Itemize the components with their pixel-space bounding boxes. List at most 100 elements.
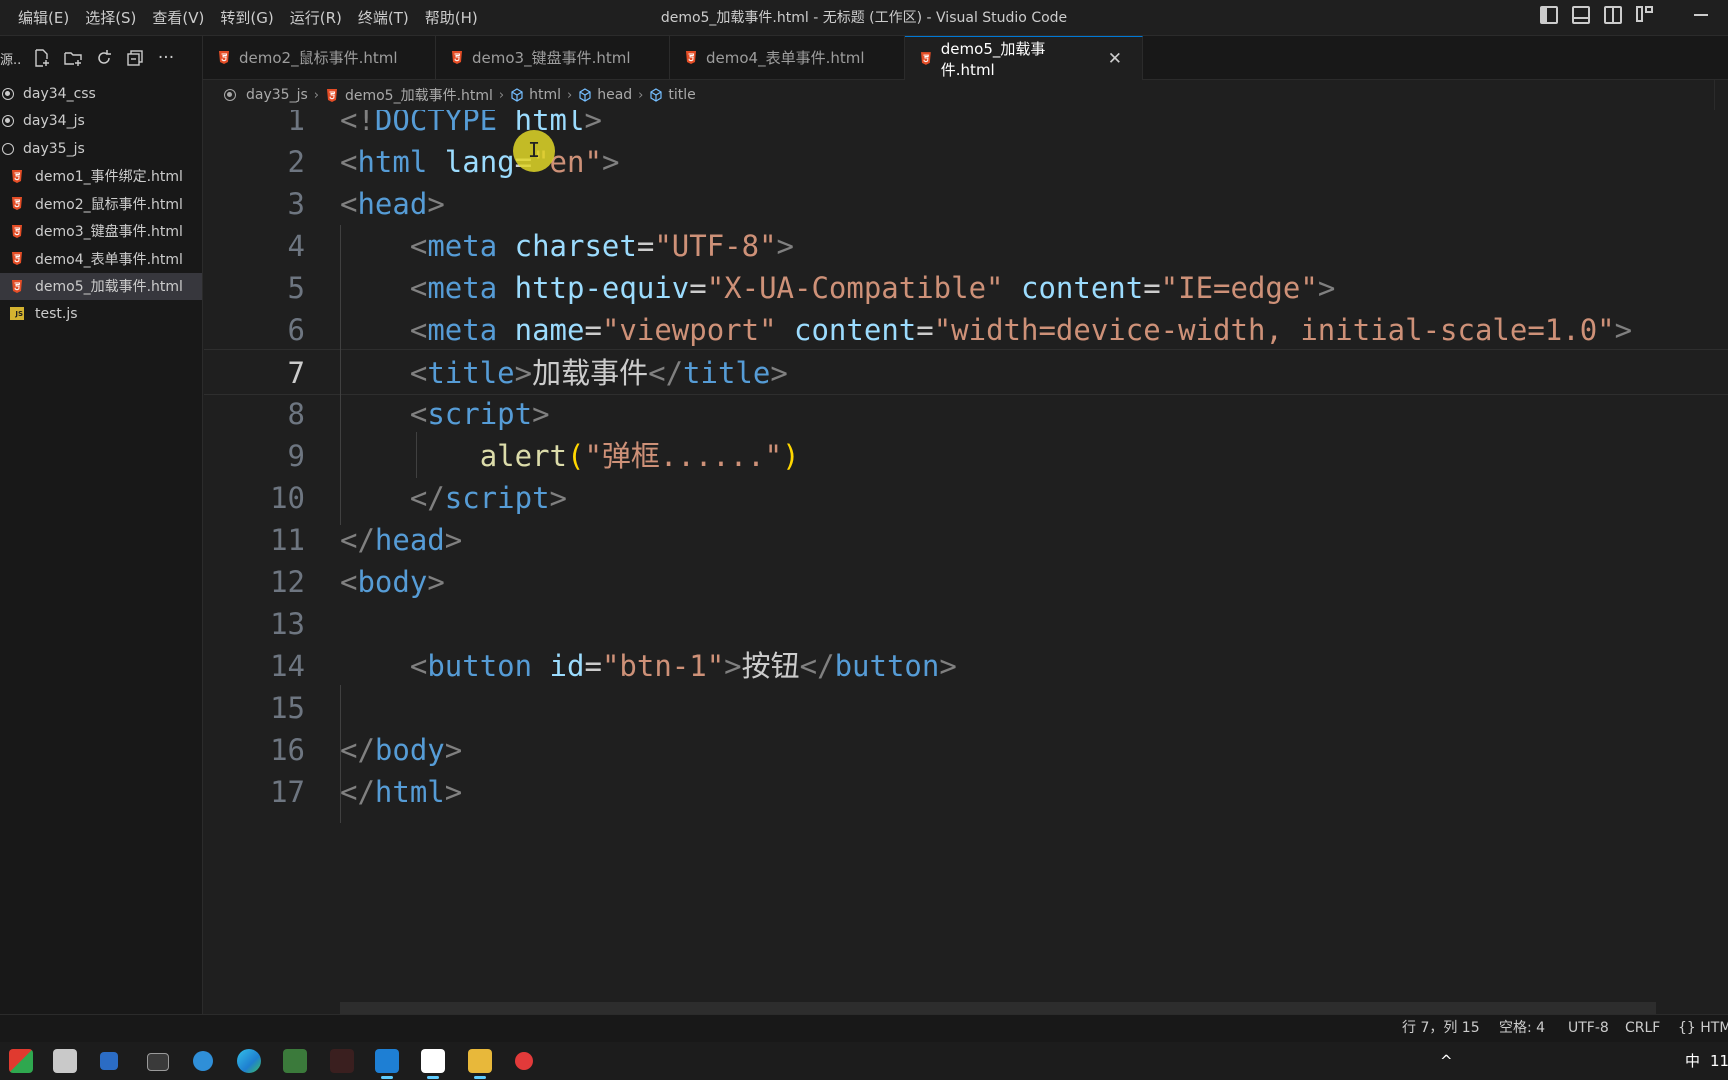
tree-folder-day34-css[interactable]: day34_css xyxy=(0,80,202,108)
breadcrumb-file[interactable]: demo5_加载事件.html xyxy=(345,85,493,105)
code-token: head xyxy=(357,187,428,221)
browser-icon[interactable] xyxy=(193,1051,213,1071)
tree-file-demo1[interactable]: demo1_事件绑定.html xyxy=(0,163,202,191)
code-line[interactable]: 6 <meta name="viewport" content="width=d… xyxy=(204,307,1728,353)
file-explorer-icon[interactable] xyxy=(468,1049,492,1079)
menu-edit[interactable]: 编辑(E) xyxy=(10,4,77,32)
end-of-line[interactable]: CRLF xyxy=(1625,1015,1660,1042)
toggle-primary-sidebar-icon[interactable] xyxy=(1540,6,1558,24)
toggle-secondary-sidebar-icon[interactable] xyxy=(1604,6,1622,24)
code-token: "X-UA-Compatible" xyxy=(706,271,1004,305)
code-line[interactable]: 2 <html lang="en"> xyxy=(204,139,1728,185)
menu-help[interactable]: 帮助(H) xyxy=(417,4,486,32)
code-line[interactable]: 15 xyxy=(204,685,1728,731)
tree-file-demo3[interactable]: demo3_键盘事件.html xyxy=(0,218,202,246)
vscode-icon[interactable] xyxy=(375,1049,399,1079)
code-line[interactable]: 7 <title>加载事件</title> xyxy=(204,349,1728,395)
breadcrumb-symbol-html[interactable]: html xyxy=(529,87,561,103)
code-line[interactable]: 17 </html> xyxy=(204,769,1728,815)
code-token: body xyxy=(357,565,428,599)
tab-label: demo3_键盘事件.html xyxy=(472,49,631,67)
tab-demo3[interactable]: demo3_键盘事件.html xyxy=(436,36,670,79)
language-mode[interactable]: {} HTM xyxy=(1678,1015,1728,1042)
tree-file-test-js[interactable]: JS test.js xyxy=(0,300,202,328)
code-editor[interactable]: 1<!DOCTYPE html>2<html lang="en">3<head>… xyxy=(204,110,1728,1014)
code-line[interactable]: 14 <button id="btn-1">按钮</button> xyxy=(204,643,1728,689)
app-icon[interactable] xyxy=(9,1049,33,1073)
code-token: "UTF-8" xyxy=(654,229,777,263)
new-folder-icon[interactable] xyxy=(64,49,82,67)
code-token: name xyxy=(514,313,585,347)
typora-icon[interactable] xyxy=(421,1049,445,1079)
code-line[interactable]: 16 </body> xyxy=(204,727,1728,773)
toggle-panel-icon[interactable] xyxy=(1572,6,1590,24)
tab-demo5[interactable]: demo5_加载事件.html ✕ xyxy=(905,36,1143,80)
tree-item-label: demo3_键盘事件.html xyxy=(35,224,183,241)
tab-demo4[interactable]: demo4_表单事件.html xyxy=(670,36,905,79)
code-token: < xyxy=(409,229,428,263)
close-tab-icon[interactable]: ✕ xyxy=(1108,49,1122,69)
chevron-up-icon[interactable]: ^ xyxy=(1440,1042,1453,1080)
horizontal-scrollbar[interactable] xyxy=(340,1002,1656,1014)
tree-folder-day34-js[interactable]: day34_js xyxy=(0,108,202,136)
more-actions-icon[interactable]: ··· xyxy=(157,49,175,67)
html5-file-icon xyxy=(12,169,22,183)
app-icon[interactable] xyxy=(53,1049,77,1073)
send-app-icon[interactable] xyxy=(100,1052,118,1070)
tree-folder-day35-js[interactable]: day35_js xyxy=(0,135,202,163)
breadcrumb-symbol-head[interactable]: head xyxy=(597,87,632,103)
code-token: > xyxy=(770,356,788,390)
code-line[interactable]: 10 </script> xyxy=(204,475,1728,521)
clock[interactable]: 11 xyxy=(1710,1042,1728,1080)
menu-terminal[interactable]: 终端(T) xyxy=(350,4,417,32)
menu-view[interactable]: 查看(V) xyxy=(144,4,212,32)
new-file-icon[interactable] xyxy=(33,49,51,67)
breadcrumb-folder[interactable]: day35_js xyxy=(246,87,308,103)
input-method-indicator[interactable]: 中 xyxy=(1685,1042,1700,1080)
code-text: <meta http-equiv="X-UA-Compatible" conte… xyxy=(340,265,1335,311)
terminal-icon[interactable] xyxy=(147,1053,169,1071)
html5-file-icon xyxy=(326,88,337,102)
code-token: script xyxy=(427,397,533,431)
recorder-icon[interactable] xyxy=(330,1049,354,1073)
app-icon[interactable] xyxy=(283,1049,307,1073)
menu-go[interactable]: 转到(G) xyxy=(212,4,281,32)
code-token: > xyxy=(776,229,794,263)
cursor-position[interactable]: 行 7，列 15 xyxy=(1402,1015,1480,1042)
indentation[interactable]: 空格: 4 xyxy=(1499,1015,1545,1042)
code-line[interactable]: 9 alert("弹框......") xyxy=(204,433,1728,479)
code-token: > xyxy=(584,110,602,137)
minimize-button[interactable] xyxy=(1694,14,1708,16)
code-line[interactable]: 8 <script> xyxy=(204,391,1728,437)
menu-selection[interactable]: 选择(S) xyxy=(77,4,144,32)
code-line[interactable]: 3 <head> xyxy=(204,181,1728,227)
tree-file-demo2[interactable]: demo2_鼠标事件.html xyxy=(0,190,202,218)
code-token: < xyxy=(340,187,358,221)
code-token: 加载事件 xyxy=(532,356,649,390)
code-text: </body> xyxy=(340,727,462,773)
customize-layout-icon[interactable] xyxy=(1636,6,1654,24)
code-line[interactable]: 12 <body> xyxy=(204,559,1728,605)
encoding[interactable]: UTF-8 xyxy=(1568,1015,1609,1042)
tab-demo2[interactable]: demo2_鼠标事件.html xyxy=(203,36,436,79)
collapse-all-icon[interactable] xyxy=(126,49,144,67)
edge-icon[interactable] xyxy=(237,1049,261,1073)
line-number: 8 xyxy=(287,397,305,431)
refresh-icon[interactable] xyxy=(95,49,113,67)
code-line[interactable]: 11 </head> xyxy=(204,517,1728,563)
code-line[interactable]: 5 <meta http-equiv="X-UA-Compatible" con… xyxy=(204,265,1728,311)
code-text: <body> xyxy=(340,559,445,605)
screen-record-icon[interactable] xyxy=(515,1052,533,1070)
breadcrumb-symbol-title[interactable]: title xyxy=(668,87,695,103)
code-token: title xyxy=(427,356,515,390)
html5-file-icon xyxy=(921,52,931,65)
code-line[interactable]: 13 xyxy=(204,601,1728,647)
code-line[interactable]: 4 <meta charset="UTF-8"> xyxy=(204,223,1728,269)
layout-controls xyxy=(1540,6,1708,24)
menu-run[interactable]: 运行(R) xyxy=(282,4,350,32)
code-token: </ xyxy=(340,733,375,767)
tree-file-demo5[interactable]: demo5_加载事件.html xyxy=(0,272,202,300)
tree-file-demo4[interactable]: demo4_表单事件.html xyxy=(0,245,202,273)
